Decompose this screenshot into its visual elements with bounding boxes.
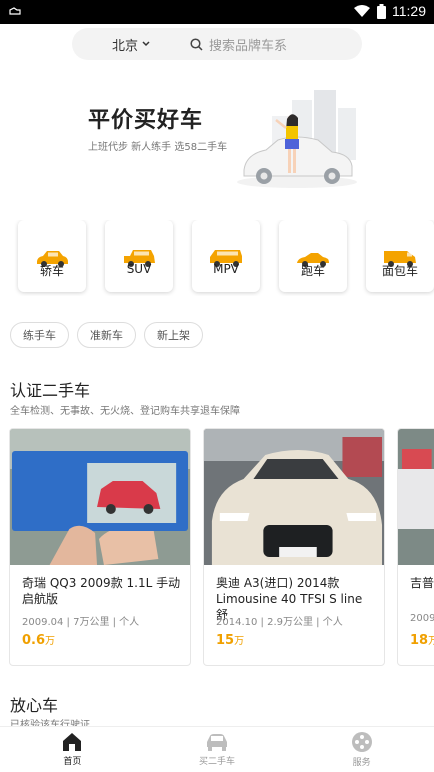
price-unit: 万 xyxy=(45,636,56,647)
car-meta: 2009.04 | 7万公里 | 个人 xyxy=(22,617,140,628)
car-icon xyxy=(207,734,227,751)
category-van[interactable]: 面包车 xyxy=(366,220,434,292)
car-price: 18万 xyxy=(410,632,434,648)
price-unit: 万 xyxy=(234,636,245,647)
car-meta: 2009 xyxy=(410,613,434,624)
status-bar: 11:29 xyxy=(0,0,434,24)
banner-title: 平价买好车 xyxy=(88,108,204,133)
nav-label: 服务 xyxy=(352,758,371,768)
city-label: 北京 xyxy=(111,38,138,54)
chevron-down-icon xyxy=(142,41,150,47)
category-label: SUV xyxy=(126,262,152,276)
banner-illustration xyxy=(237,90,357,188)
city-selector[interactable]: 北京 xyxy=(72,35,190,54)
banner-subtitle: 上班代步 新人练手 选58二手车 xyxy=(88,142,228,153)
promo-banner[interactable]: 平价买好车 上班代步 新人练手 选58二手车 xyxy=(0,78,434,204)
category-suv[interactable]: SUV xyxy=(105,220,173,292)
nav-label: 买二手车 xyxy=(199,757,236,767)
car-price: 0.6万 xyxy=(22,632,55,648)
home-icon xyxy=(63,733,82,751)
nav-label: 首页 xyxy=(63,757,82,767)
car-card[interactable]: 吉普 动四 2009 18万 xyxy=(397,428,434,666)
certified-section-subtitle: 全车检测、无事故、无火烧、登记购车共享退车保障 xyxy=(10,406,240,417)
price-value: 18 xyxy=(410,633,429,648)
nav-buy-used-car[interactable]: 买二手车 xyxy=(145,727,290,772)
trusted-section-title: 放心车 xyxy=(10,696,59,715)
wifi-icon xyxy=(354,5,370,17)
chip-practice-car[interactable]: 练手车 xyxy=(10,322,69,348)
category-row: 轿车 SUV MPV 跑车 面包车 xyxy=(0,220,434,296)
search-placeholder: 搜索品牌车系 xyxy=(209,38,288,54)
quick-filter-chips: 练手车 准新车 新上架 xyxy=(10,322,203,348)
car-card[interactable]: 奇瑞 QQ3 2009款 1.1L 手动启航版 2009.04 | 7万公里 |… xyxy=(9,428,191,666)
notification-icon xyxy=(9,7,21,15)
service-icon xyxy=(351,732,372,752)
car-card[interactable]: 奥迪 A3(进口) 2014款 Limousine 40 TFSI S line… xyxy=(203,428,385,666)
car-title: 吉普 动四 xyxy=(410,576,434,590)
category-mpv[interactable]: MPV xyxy=(192,220,260,292)
bottom-navigation: 首页 买二手车 服务 xyxy=(0,726,434,772)
status-time: 11:29 xyxy=(392,3,426,19)
category-label: MPV xyxy=(213,262,239,276)
chip-new-arrivals[interactable]: 新上架 xyxy=(144,322,203,348)
search-bar[interactable]: 北京 搜索品牌车系 xyxy=(72,28,362,60)
price-value: 0.6 xyxy=(22,633,46,648)
category-label: 轿车 xyxy=(39,264,64,278)
car-price: 15万 xyxy=(216,632,244,648)
certified-car-list[interactable]: 奇瑞 QQ3 2009款 1.1L 手动启航版 2009.04 | 7万公里 |… xyxy=(0,428,434,668)
car-photo xyxy=(204,429,384,565)
category-sedan[interactable]: 轿车 xyxy=(18,220,86,292)
car-photo xyxy=(10,429,190,565)
category-label: 跑车 xyxy=(300,264,325,278)
chip-nearly-new[interactable]: 准新车 xyxy=(77,322,136,348)
battery-icon xyxy=(377,3,386,19)
nav-service[interactable]: 服务 xyxy=(289,727,434,772)
category-sports-car[interactable]: 跑车 xyxy=(279,220,347,292)
search-input[interactable]: 搜索品牌车系 xyxy=(190,35,287,54)
car-photo xyxy=(398,429,434,565)
search-icon xyxy=(190,37,203,51)
car-title: 奇瑞 QQ3 2009款 1.1L 手动启航版 xyxy=(22,576,181,606)
price-value: 15 xyxy=(216,633,235,648)
certified-section-title: 认证二手车 xyxy=(10,381,91,400)
nav-home[interactable]: 首页 xyxy=(0,727,145,772)
category-label: 面包车 xyxy=(381,264,418,278)
price-unit: 万 xyxy=(428,636,434,647)
car-meta: 2014.10 | 2.9万公里 | 个人 xyxy=(216,617,343,628)
